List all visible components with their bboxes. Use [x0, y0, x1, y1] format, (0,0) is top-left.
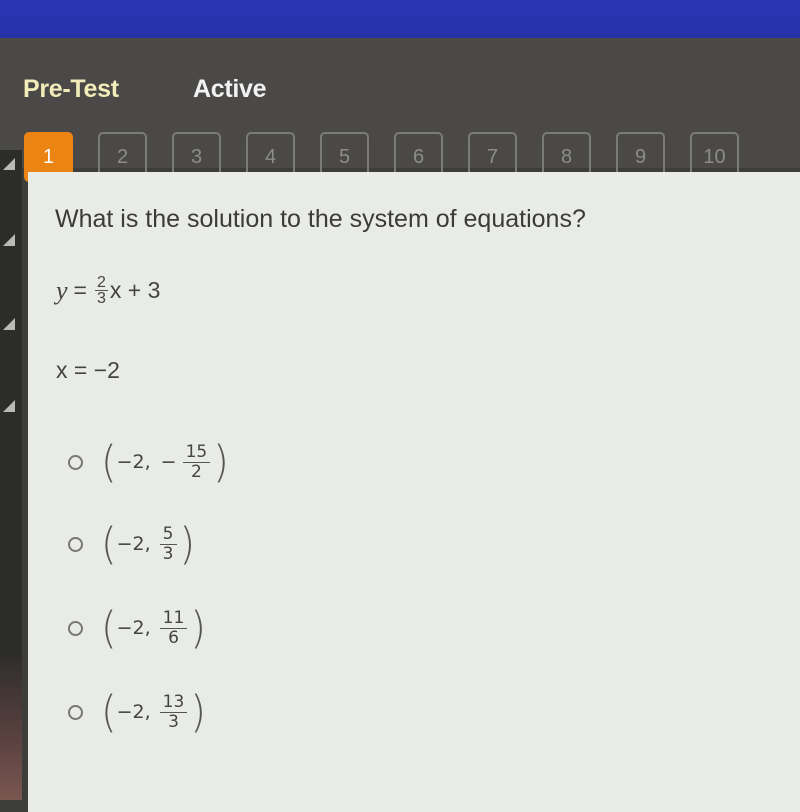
fraction-denominator: 6 — [168, 627, 179, 648]
test-header: Pre-Test Active 1 2 3 4 5 6 7 8 9 10 — [0, 38, 800, 182]
sidebar-tab-marker-icon[interactable] — [3, 158, 15, 170]
option-y-fraction: 11 6 — [159, 608, 188, 648]
option-y-fraction: 13 3 — [159, 692, 188, 732]
option-x-value: −2, — [116, 451, 151, 473]
right-paren: ) — [179, 518, 196, 570]
fraction-numerator: 15 — [182, 442, 211, 463]
sidebar-tab-marker-icon[interactable] — [3, 318, 15, 330]
test-title: Pre-Test — [23, 75, 119, 103]
equation-1-coefficient: 2 3 — [94, 274, 108, 307]
fraction-numerator: 5 — [159, 524, 177, 545]
answer-option-3[interactable]: ( −2, 11 6 ) — [68, 586, 229, 670]
option-y-fraction: 5 3 — [159, 524, 177, 564]
question-prompt: What is the solution to the system of eq… — [55, 205, 586, 233]
option-y-fraction: 15 2 — [182, 442, 211, 482]
answer-options: ( −2, − 15 2 ) ( −2, 5 3 ) ( −2, 11 6) … — [68, 422, 229, 754]
browser-top-bar — [0, 0, 800, 38]
right-paren: ) — [213, 436, 229, 488]
sidebar-tab-marker-icon[interactable] — [3, 400, 15, 412]
equation-1-rest: x + 3 — [109, 277, 161, 303]
left-paren: ( — [101, 602, 117, 654]
coefficient-numerator: 2 — [94, 274, 108, 291]
option-negative-sign: − — [160, 451, 177, 473]
left-paren: ( — [101, 518, 117, 570]
right-paren: ) — [190, 602, 206, 654]
fraction-denominator: 3 — [162, 543, 174, 564]
radio-button[interactable] — [68, 454, 83, 470]
fraction-denominator: 3 — [168, 711, 179, 732]
fraction-numerator: 13 — [159, 692, 188, 713]
fraction-denominator: 2 — [191, 461, 202, 482]
radio-button[interactable] — [68, 536, 83, 552]
equation-1-equals: = — [73, 277, 87, 303]
equation-2: x = −2 — [56, 357, 120, 383]
sidebar-bottom-shade — [0, 650, 22, 800]
equation-1: y = 2 3 x + 3 — [56, 274, 161, 307]
left-paren: ( — [101, 686, 117, 738]
fraction-numerator: 11 — [159, 608, 188, 629]
question-panel: What is the solution to the system of eq… — [28, 172, 800, 812]
equation-1-lhs: y — [56, 275, 68, 305]
answer-option-2[interactable]: ( −2, 5 3 ) — [68, 502, 229, 586]
coefficient-denominator: 3 — [96, 290, 106, 307]
radio-button[interactable] — [68, 620, 83, 636]
option-x-value: −2, — [116, 701, 151, 723]
option-x-value: −2, — [116, 617, 151, 639]
test-status: Active — [193, 75, 267, 103]
answer-option-1[interactable]: ( −2, − 15 2 ) — [68, 422, 229, 502]
radio-button[interactable] — [68, 704, 83, 720]
sidebar-tab-marker-icon[interactable] — [3, 234, 15, 246]
right-paren: ) — [190, 686, 206, 738]
answer-option-4[interactable]: ( −2, 13 3 ) — [68, 670, 229, 754]
left-paren: ( — [101, 436, 117, 488]
option-x-value: −2, — [116, 533, 151, 555]
